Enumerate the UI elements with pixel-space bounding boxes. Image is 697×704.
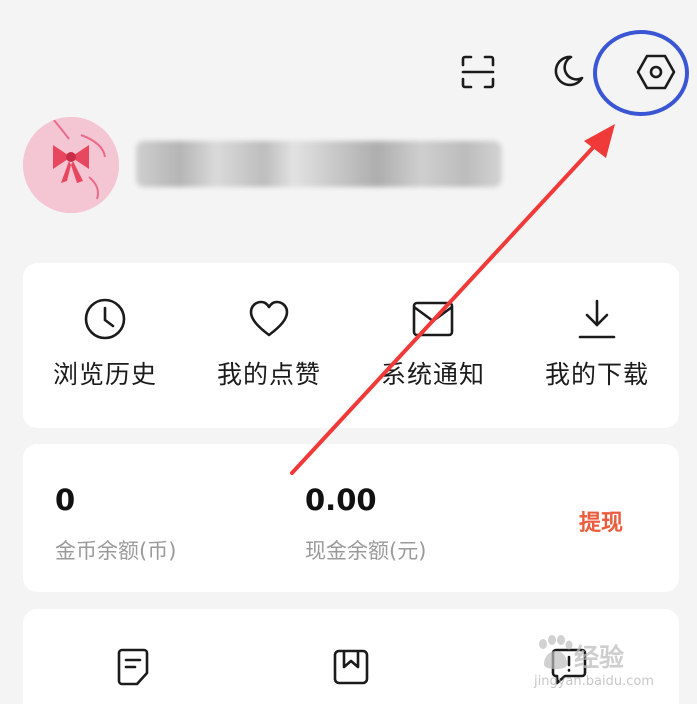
- clock-icon: [81, 295, 129, 343]
- username-obscured: [136, 141, 502, 187]
- quick-actions-card: 浏览历史 我的点赞 系统通知 我的下载: [23, 263, 679, 428]
- history-action[interactable]: 浏览历史: [23, 263, 187, 428]
- download-icon: [573, 295, 621, 343]
- cash-balance: 0.00: [305, 483, 377, 517]
- history-label: 浏览历史: [52, 360, 157, 389]
- watermark: 经验 jingyan.baidu.com: [530, 624, 670, 694]
- book-icon[interactable]: [329, 645, 373, 689]
- watermark-url: jingyan.baidu.com: [534, 674, 654, 689]
- envelope-icon: [409, 295, 457, 343]
- wallet-card: 0 金币余额(币) 0.00 现金余额(元) 提现: [23, 444, 679, 592]
- coin-balance: 0: [55, 483, 76, 517]
- paw-logo-icon: [539, 635, 573, 669]
- heart-icon: [245, 295, 293, 343]
- avatar[interactable]: [23, 117, 119, 213]
- notifications-action[interactable]: 系统通知: [351, 263, 515, 428]
- settings-icon[interactable]: [632, 48, 680, 96]
- watermark-text: 经验: [574, 643, 625, 672]
- likes-label: 我的点赞: [216, 360, 321, 389]
- likes-action[interactable]: 我的点赞: [187, 263, 351, 428]
- night-mode-icon[interactable]: [543, 48, 591, 96]
- downloads-action[interactable]: 我的下载: [515, 263, 679, 428]
- coin-balance-label: 金币余额(币): [55, 539, 177, 563]
- scan-icon[interactable]: [454, 48, 502, 96]
- downloads-label: 我的下载: [544, 360, 649, 389]
- cash-balance-label: 现金余额(元): [305, 539, 427, 563]
- notifications-label: 系统通知: [380, 360, 485, 389]
- withdraw-button[interactable]: 提现: [579, 505, 623, 537]
- note-icon[interactable]: [111, 645, 155, 689]
